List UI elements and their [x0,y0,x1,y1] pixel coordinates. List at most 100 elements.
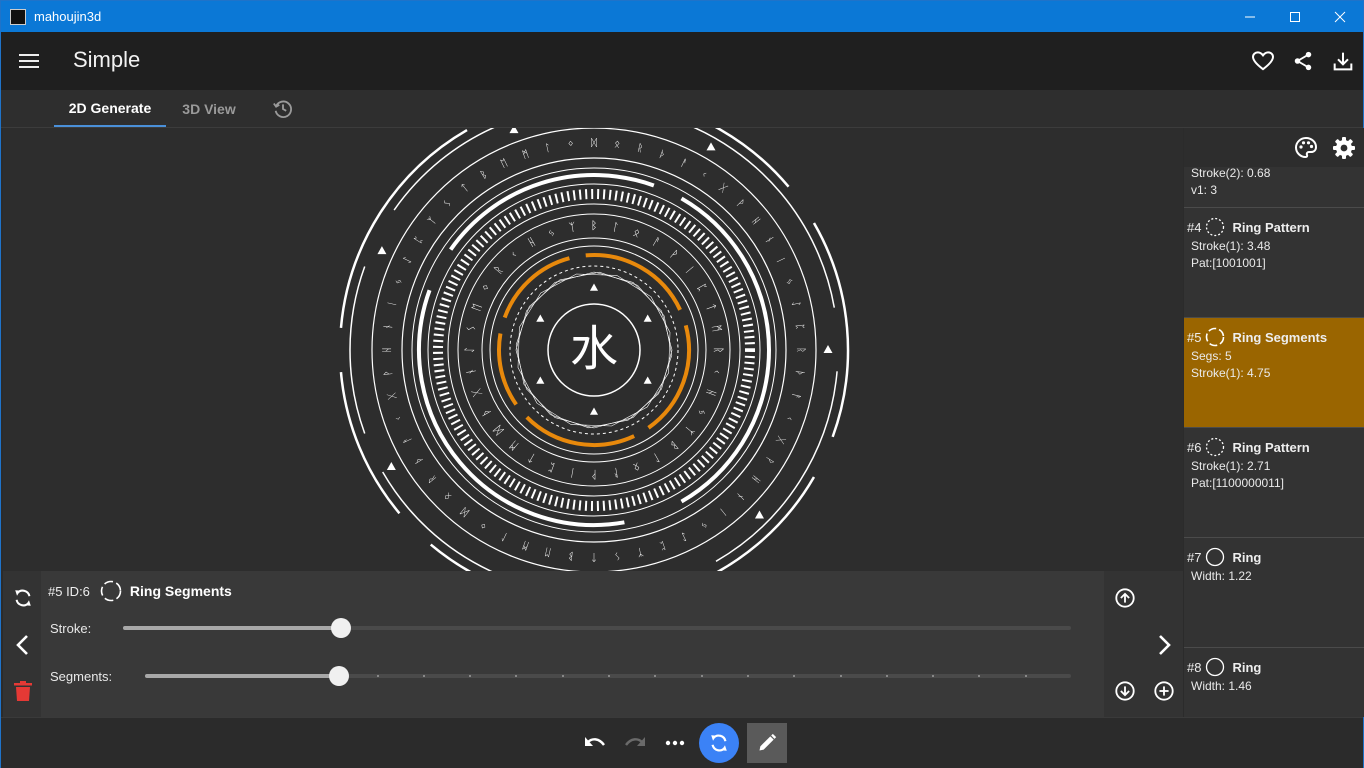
segments-slider-fill [145,674,340,678]
magic-circle: ᚱᚦᚨᚲᚷᚹᚺᚾᛁᛃᛇᛈᛉᛊᛏᛒᛖᛗᛚᛜᛞᛟᚱᚦᚨᚲᚷᚹᚺᚾᛁᛃᛇᛈᛉᛊᛏᛒᛖᛗ… [339,128,850,571]
segments-tick [608,675,610,677]
outer-arc-segment [339,372,401,515]
rune-glyph: ᛚ [650,451,662,466]
center-glyph: 水 [570,321,618,377]
share-icon [1294,51,1312,71]
rune-glyph: ᛇ [463,347,476,354]
rune-glyph: ᛏ [526,451,538,466]
close-button[interactable] [1317,1,1363,32]
inner-triangle [643,376,652,384]
rune-glyph: ᛒ [479,169,490,182]
stroke-slider[interactable] [123,618,1071,638]
segments-slider[interactable] [145,666,1071,686]
rune-glyph: ᛁ [568,466,577,480]
tab-2d-generate[interactable]: 2D Generate [54,90,166,127]
download-button[interactable] [1327,45,1359,77]
layer-item-6[interactable]: #6 Ring Pattern Stroke(1): 2.71 Pat:[110… [1184,427,1364,537]
generation-canvas[interactable]: ᚱᚦᚨᚲᚷᚹᚺᚾᛁᛃᛇᛈᛉᛊᛏᛒᛖᛗᛚᛜᛞᛟᚱᚦᚨᚲᚷᚹᚺᚾᛁᛃᛇᛈᛉᛊᛏᛒᛖᛗ… [3,128,1183,571]
heart-icon [1252,51,1274,71]
layer-param: Pat:[1001001] [1191,256,1266,270]
more-button[interactable] [659,728,691,758]
inner-triangle [536,314,545,322]
move-layer-up-button[interactable] [1112,585,1138,611]
layer-item-7[interactable]: #7 Ring Width: 1.22 [1184,537,1364,647]
segments-label: Segments: [50,669,113,684]
layer-item-5[interactable]: #5 Ring Segments Segs: 5 Stroke(1): 4.75 [1184,317,1364,427]
rune-glyph: ᛃ [695,406,710,418]
minimize-button[interactable] [1227,1,1273,32]
rune-glyph: ᚾ [383,323,395,330]
history-icon [273,100,292,118]
arrow-down-circle-icon [1115,681,1135,701]
chevron-left-icon [16,635,28,655]
ring-icon [1206,547,1225,567]
menu-button[interactable] [11,45,47,77]
segments-tick [700,675,703,677]
rune-glyph: ᚾ [734,490,746,502]
layer-param: Stroke(1): 2.71 [1191,459,1271,473]
rune-glyph: ᛜ [567,139,574,151]
rune-glyph: ᛚ [611,220,620,234]
rune-glyph: ᚦ [413,454,426,465]
outer-triangle [386,462,396,470]
add-layer-button[interactable] [1151,678,1177,704]
outer-arc-segment [339,128,468,328]
edit-mode-button[interactable] [747,723,787,763]
previous-layer-button[interactable] [10,632,36,658]
dashed-ring-icon [1206,217,1225,237]
rune-glyph: ᚺ [749,473,761,485]
maximize-button[interactable] [1272,1,1318,32]
regenerate-button[interactable] [699,723,739,763]
segments-slider-thumb[interactable] [329,666,350,686]
title-bar: mahoujin3d [1,1,1363,32]
rune-glyph: ᛚ [499,530,509,543]
layer-number: #5 [1187,329,1202,345]
rune-glyph: ᛏ [704,302,718,313]
delete-layer-button[interactable] [10,678,36,704]
rune-glyph: ᚱ [795,347,806,353]
redo-icon [625,737,645,746]
arrow-up-circle-icon [1115,588,1135,608]
layer-name: Ring Pattern [1232,219,1310,235]
refresh-icon [711,734,727,752]
rune-glyph: ᚹ [591,468,598,481]
tab-history[interactable] [267,90,299,127]
rune-glyph: ᚷ [387,392,399,400]
pencil-icon [759,733,777,751]
inner-triangle [589,407,599,415]
layer-param: Stroke(1): 4.75 [1191,366,1271,380]
segmented-ring-icon [1206,327,1225,347]
segments-tick [1024,675,1027,677]
rune-glyph: ᛇ [402,255,415,265]
layer-item-8[interactable]: #8 Ring Width: 1.46 [1184,647,1364,717]
app-bar: Simple [1,32,1363,90]
tab-3d-view[interactable]: 3D View [171,90,247,127]
layer-param: Segs: 5 [1191,349,1232,363]
plus-circle-icon [1154,681,1174,701]
rune-glyph: ᚨ [679,158,689,171]
favorite-button[interactable] [1247,45,1279,77]
settings-button[interactable] [1330,134,1358,162]
outer-triangle [706,142,716,151]
regenerate-layer-button[interactable] [10,585,36,611]
next-layer-button[interactable] [1151,632,1177,658]
rune-glyph: ᚨ [789,392,801,400]
redo-button[interactable] [619,728,651,758]
layer-name: Ring [1232,659,1262,675]
rune-glyph: ᛁ [682,263,696,276]
stroke-slider-thumb[interactable] [331,618,352,638]
rune-glyph: ᛁ [774,255,787,265]
rune-glyph: ᚲ [393,414,405,423]
share-button[interactable] [1287,45,1319,77]
move-layer-down-button[interactable] [1112,678,1138,704]
undo-button[interactable] [579,728,611,758]
rune-glyph: ᛉ [636,545,644,557]
layer-item-3[interactable]: Stroke(2): 0.68 v1: 3 [1184,167,1364,207]
panel-header: #5 ID:6 Ring Segments [48,580,232,602]
outer-arc-segment [349,266,366,434]
layer-list[interactable]: Stroke(2): 0.68 v1: 3 #4 Ring Pattern St… [1184,167,1364,717]
layer-item-4[interactable]: #4 Ring Pattern Stroke(1): 3.48 Pat:[100… [1184,207,1364,317]
bottom-toolbar [1,717,1363,768]
download-icon [1333,52,1353,71]
palette-button[interactable] [1292,134,1320,162]
